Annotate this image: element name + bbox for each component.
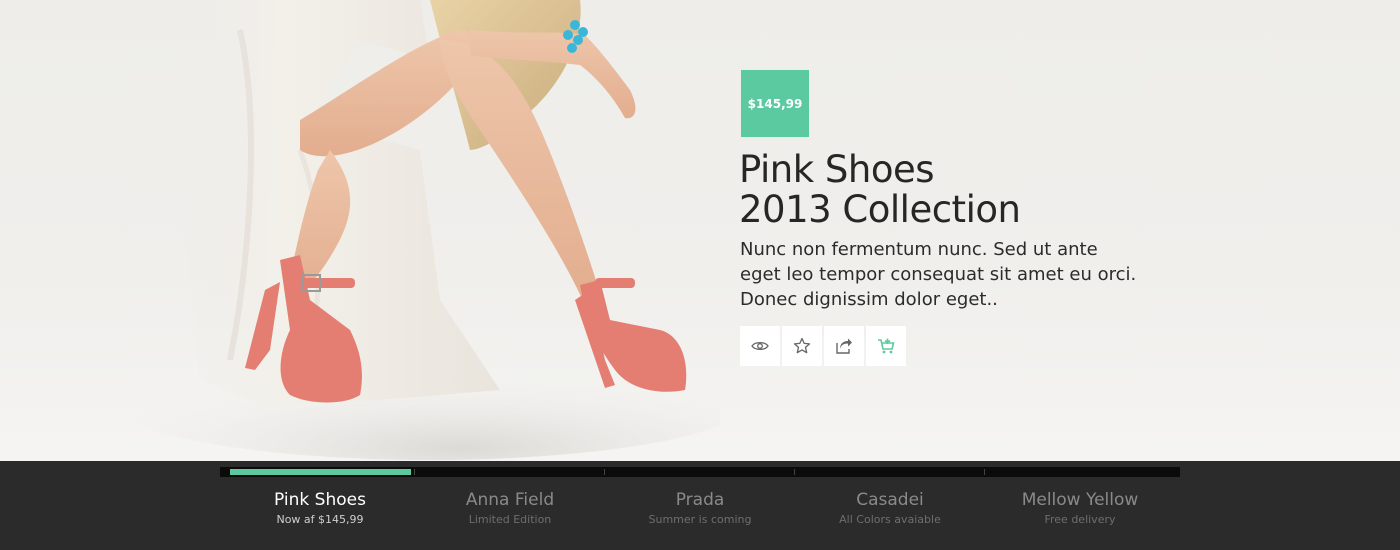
slide-tab-prada[interactable]: Prada Summer is coming xyxy=(605,489,795,528)
slide-tab-subtitle: Free delivery xyxy=(1044,513,1116,526)
share-icon xyxy=(836,338,852,354)
progress-segment-1 xyxy=(220,467,415,477)
slide-tab-subtitle: Limited Edition xyxy=(468,513,552,526)
hero-photo xyxy=(110,0,720,460)
progress-segment-4 xyxy=(790,467,985,477)
product-actions xyxy=(740,326,906,366)
product-description-line-2: eget leo tempor consequat sit amet eu or… xyxy=(740,264,1137,285)
progress-segment-3 xyxy=(600,467,795,477)
slide-tab-subtitle: All Colors avaiable xyxy=(839,513,941,526)
slide-tab-subtitle: Summer is coming xyxy=(648,513,752,526)
slider-nav: Pink Shoes Now af $145,99 Anna Field Lim… xyxy=(0,461,1400,550)
add-to-cart-button[interactable] xyxy=(866,326,906,366)
slider-items: Pink Shoes Now af $145,99 Anna Field Lim… xyxy=(225,489,1175,528)
product-description: Nunc non fermentum nunc. Sed ut ante ege… xyxy=(740,237,1160,312)
slide-tab-mellow-yellow[interactable]: Mellow Yellow Free delivery xyxy=(985,489,1175,528)
slide-tab-subtitle: Now af $145,99 xyxy=(276,513,364,526)
star-icon xyxy=(793,337,811,354)
slide-tab-pink-shoes[interactable]: Pink Shoes Now af $145,99 xyxy=(225,489,415,528)
product-title: Pink Shoes 2013 Collection xyxy=(739,148,1021,231)
slide-tab-title: Pink Shoes xyxy=(274,490,366,510)
slide-tab-title: Casadei xyxy=(856,490,924,510)
slide-tab-casadei[interactable]: Casadei All Colors avaiable xyxy=(795,489,985,528)
progress-segment-2 xyxy=(410,467,605,477)
share-button[interactable] xyxy=(824,326,864,366)
cart-add-icon xyxy=(878,338,895,354)
view-button[interactable] xyxy=(740,326,780,366)
slider-progress-track xyxy=(220,467,1180,477)
favorite-button[interactable] xyxy=(782,326,822,366)
slide-tab-title: Anna Field xyxy=(465,490,555,510)
slide-tab-title: Prada xyxy=(675,490,725,510)
price-badge: $145,99 xyxy=(741,70,809,137)
hero-section: $145,99 Pink Shoes 2013 Collection Nunc … xyxy=(0,0,1400,461)
product-title-line-1: Pink Shoes xyxy=(739,148,935,191)
product-title-line-2: 2013 Collection xyxy=(739,188,1021,231)
product-description-line-1: Nunc non fermentum nunc. Sed ut ante xyxy=(740,239,1098,260)
progress-segment-5 xyxy=(980,467,1170,477)
progress-fill xyxy=(230,469,411,475)
eye-icon xyxy=(751,341,769,351)
slide-tab-anna-field[interactable]: Anna Field Limited Edition xyxy=(415,489,605,528)
product-description-line-3: Donec dignissim dolor eget.. xyxy=(740,289,998,310)
slide-tab-title: Mellow Yellow xyxy=(1021,490,1139,510)
